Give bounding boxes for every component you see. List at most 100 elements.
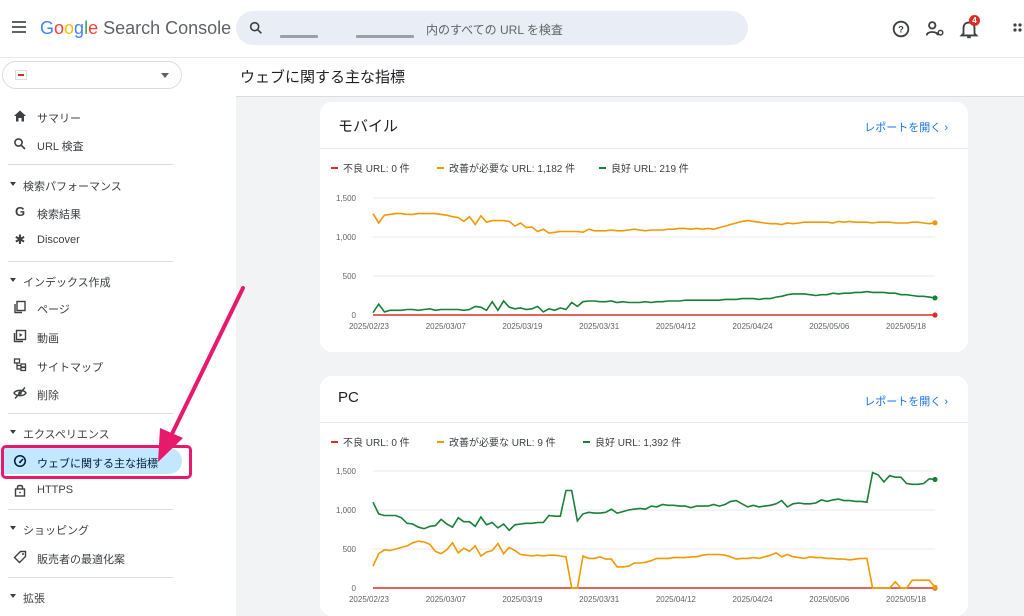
sidebar-section-label: 検索パフォーマンス (23, 181, 122, 193)
svg-text:?: ? (898, 25, 904, 35)
x-tick-label: 2025/05/18 (886, 322, 927, 331)
y-tick-label: 500 (343, 545, 357, 554)
sidebar-section-enhancements[interactable]: 拡張 (0, 586, 182, 606)
asterisk-icon: ✱ (14, 232, 26, 247)
sidebar-item-summary[interactable]: サマリー (0, 103, 182, 129)
sidebar-item-label: ページ (37, 304, 70, 316)
top-app-bar: Google Search Console 内のすべての URL を検査 ? 4 (0, 0, 1024, 58)
sidebar-item-removals[interactable]: 削除 (0, 380, 182, 406)
legend-item-good[interactable]: 良好 URL: 1,392 件 (583, 434, 681, 449)
pc-report-card: PC レポートを開く › 不良 URL: 0 件 改善が必要な URL: 9 件… (320, 376, 968, 616)
card-divider (320, 148, 968, 149)
notification-badge: 4 (969, 15, 980, 26)
sidebar-item-label: 動画 (37, 333, 59, 345)
sidebar-item-video[interactable]: 動画 (0, 323, 182, 349)
mobile-line-chart: 1,500 1,000 500 0 2025/02/23 2025/03/07 2025/0… (336, 194, 938, 331)
sidebar-item-label: サイトマップ (37, 362, 103, 374)
sidebar-section-label: 拡張 (23, 593, 45, 605)
open-report-link[interactable]: レポートを開く › (864, 393, 948, 409)
sidebar-item-merchant-opportunities[interactable]: 販売者の最適化案 (0, 544, 182, 570)
y-tick-label: 1,000 (336, 233, 357, 242)
sidebar-section-shopping[interactable]: ショッピング (0, 518, 182, 538)
x-tick-label: 2025/05/06 (809, 595, 850, 604)
sidebar-item-https[interactable]: HTTPS (0, 477, 182, 503)
sidebar-divider (8, 261, 173, 262)
site-favicon-icon (15, 70, 27, 80)
url-inspection-search[interactable]: 内のすべての URL を検査 (236, 11, 748, 45)
page-title: ウェブに関する主な指標 (240, 69, 406, 86)
sidebar-item-label: 検索結果 (37, 209, 81, 221)
x-tick-label: 2025/03/07 (426, 595, 467, 604)
help-icon[interactable]: ? (890, 18, 912, 40)
open-report-link[interactable]: レポートを開く › (864, 119, 948, 135)
search-icon (249, 21, 262, 34)
sidebar-section-label: ショッピング (23, 525, 89, 537)
product-name: Search Console (103, 18, 232, 38)
x-tick-label: 2025/03/19 (502, 322, 543, 331)
x-tick-label: 2025/03/31 (579, 322, 620, 331)
x-tick-label: 2025/02/23 (349, 595, 390, 604)
series-endpoint-good[interactable] (932, 476, 938, 483)
removal-icon (13, 387, 27, 399)
sidebar-item-pages[interactable]: ページ (0, 294, 182, 320)
search-placeholder: 内のすべての URL を検査 (426, 23, 563, 37)
property-selector[interactable] (2, 61, 182, 89)
sidebar-item-sitemaps[interactable]: サイトマップ (0, 352, 182, 378)
caret-down-icon (10, 594, 16, 598)
card-divider (320, 422, 968, 423)
google-g-icon: G (14, 204, 26, 219)
user-settings-icon[interactable] (924, 18, 946, 40)
x-tick-label: 2025/04/12 (656, 322, 697, 331)
y-tick-label: 1,500 (336, 467, 357, 476)
pages-icon (14, 300, 26, 314)
sidebar-divider (8, 413, 173, 414)
legend-item-needs-improvement[interactable]: 改善が必要な URL: 9 件 (437, 434, 556, 449)
video-icon (13, 329, 27, 343)
series-endpoint-needs[interactable] (932, 584, 938, 590)
legend-item-poor[interactable]: 不良 URL: 0 件 (331, 434, 410, 449)
home-icon (14, 110, 26, 122)
card-title: モバイル (338, 118, 399, 135)
redacted-text (356, 35, 414, 38)
apps-grid-icon[interactable] (1010, 18, 1024, 40)
x-tick-label: 2025/04/12 (656, 595, 697, 604)
pc-line-chart: 1,500 1,000 500 0 2025/02/23 2025/03/07 2025/0… (336, 467, 938, 604)
legend-item-poor[interactable]: 不良 URL: 0 件 (331, 160, 410, 175)
redacted-text (280, 35, 318, 38)
series-line-good[interactable] (372, 471, 936, 532)
y-tick-label: 0 (352, 584, 357, 593)
x-tick-label: 2025/03/19 (502, 595, 543, 604)
chevron-down-icon (161, 73, 169, 78)
sidebar-item-label: Discover (37, 234, 80, 246)
y-tick-label: 500 (343, 272, 357, 281)
sidebar-item-label: サマリー (37, 113, 81, 125)
caret-down-icon (10, 430, 16, 434)
sidebar-item-url-inspection[interactable]: URL 検査 (0, 131, 182, 157)
y-tick-label: 1,500 (336, 194, 357, 203)
menu-icon[interactable] (10, 17, 30, 37)
legend-item-needs-improvement[interactable]: 改善が必要な URL: 1,182 件 (437, 160, 575, 175)
x-tick-label: 2025/03/31 (579, 595, 620, 604)
app-logo[interactable]: Google Search Console (40, 16, 231, 40)
series-endpoint-needs[interactable] (932, 220, 938, 226)
y-tick-label: 1,000 (336, 506, 357, 515)
caret-down-icon (10, 182, 16, 186)
sidebar-section-experience[interactable]: エクスペリエンス (0, 422, 182, 442)
legend-item-good[interactable]: 良好 URL: 219 件 (599, 160, 689, 175)
sidebar-item-search-results[interactable]: G 検索結果 (0, 199, 182, 225)
sidebar-section-performance[interactable]: 検索パフォーマンス (0, 174, 182, 194)
sidebar-item-label: ウェブに関する主な指標 (37, 458, 158, 470)
search-icon (14, 138, 26, 150)
x-tick-label: 2025/05/06 (809, 322, 850, 331)
sidebar-section-label: エクスペリエンス (23, 429, 110, 441)
sidebar-item-discover[interactable]: ✱ Discover (0, 227, 182, 253)
series-line-good[interactable] (372, 290, 936, 314)
series-endpoint-poor[interactable] (932, 312, 938, 318)
series-line-needs[interactable] (372, 212, 936, 234)
caret-down-icon (10, 278, 16, 282)
series-line-needs[interactable] (372, 540, 936, 589)
sidebar-divider (8, 164, 173, 165)
sidebar-section-indexing[interactable]: インデックス作成 (0, 270, 182, 290)
sidebar-item-core-web-vitals[interactable]: ウェブに関する主な指標 (3, 448, 182, 474)
series-endpoint-good[interactable] (932, 295, 938, 301)
